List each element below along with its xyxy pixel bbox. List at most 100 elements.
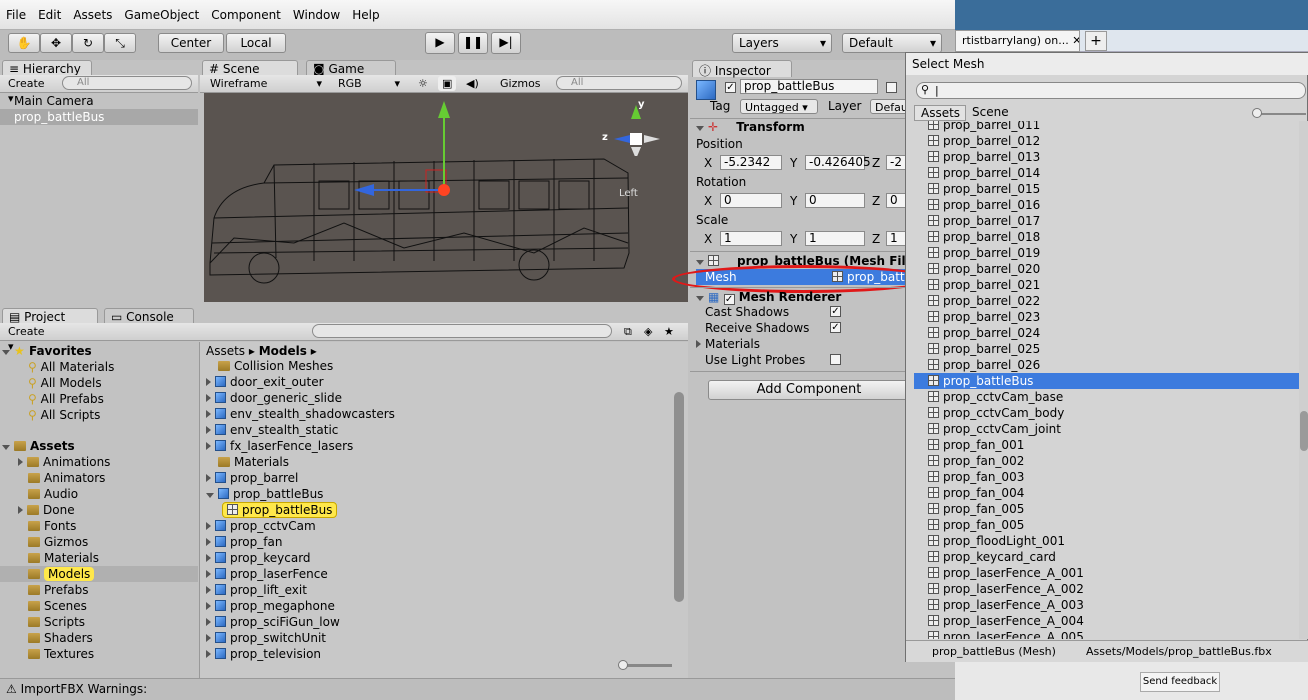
- asset-folder-item[interactable]: Prefabs: [0, 582, 89, 598]
- space-toggle[interactable]: Local: [226, 33, 286, 53]
- scale-tool-button[interactable]: ⤡: [104, 33, 136, 53]
- file-list-item[interactable]: prop_sciFiGun_low: [206, 614, 340, 630]
- favorite-item[interactable]: ⚲ All Prefabs: [28, 391, 104, 407]
- file-list-item[interactable]: prop_laserFence: [206, 566, 328, 582]
- mesh-list-item[interactable]: prop_barrel_020: [914, 261, 1299, 277]
- mesh-list-item[interactable]: prop_fan_002: [914, 453, 1299, 469]
- mesh-list-item[interactable]: prop_fan_005: [914, 501, 1299, 517]
- hierarchy-search-input[interactable]: All: [62, 76, 192, 90]
- mesh-list-item[interactable]: prop_fan_003: [914, 469, 1299, 485]
- materials-foldout[interactable]: Materials: [696, 336, 760, 352]
- mesh-list-item[interactable]: prop_laserFence_A_004: [914, 613, 1299, 629]
- mesh-list-item[interactable]: prop_laserFence_A_002: [914, 581, 1299, 597]
- asset-folder-item[interactable]: Animations: [0, 454, 110, 470]
- light-probes-checkbox[interactable]: [830, 354, 841, 365]
- file-list-item[interactable]: Collision Meshes: [218, 358, 333, 374]
- menu-window[interactable]: Window: [287, 0, 346, 22]
- gizmos-dropdown[interactable]: Gizmos ▾: [496, 76, 548, 105]
- effects-toggle[interactable]: ▣: [438, 76, 456, 91]
- hierarchy-item-main-camera[interactable]: Main Camera: [14, 93, 94, 109]
- file-list-item[interactable]: env_stealth_static: [206, 422, 338, 438]
- mesh-list-item[interactable]: prop_barrel_026: [914, 357, 1299, 373]
- mesh-list-item[interactable]: prop_keycard_card: [914, 549, 1299, 565]
- mesh-list-item[interactable]: prop_barrel_013: [914, 149, 1299, 165]
- asset-folder-item[interactable]: Gizmos: [0, 534, 88, 550]
- close-icon[interactable]: ✕: [1072, 34, 1079, 47]
- project-search-input[interactable]: [312, 324, 612, 338]
- mesh-list-item[interactable]: prop_barrel_025: [914, 341, 1299, 357]
- dialog-tab-scene[interactable]: Scene: [966, 105, 1018, 121]
- mesh-list-item[interactable]: prop_barrel_014: [914, 165, 1299, 181]
- mesh-list-item[interactable]: prop_fan_004: [914, 485, 1299, 501]
- file-list-item[interactable]: prop_lift_exit: [206, 582, 307, 598]
- menu-assets[interactable]: Assets: [67, 0, 118, 22]
- asset-folder-item[interactable]: Scripts: [0, 614, 85, 630]
- menu-gameobject[interactable]: GameObject: [118, 0, 205, 22]
- meshrenderer-header[interactable]: ▦ ✓ Mesh Renderer: [696, 289, 841, 305]
- dialog-scrollbar-thumb[interactable]: [1300, 411, 1308, 451]
- asset-folder-item[interactable]: Audio: [0, 486, 78, 502]
- asset-folder-item[interactable]: Shaders: [0, 630, 93, 646]
- mesh-list-item[interactable]: prop_laserFence_A_003: [914, 597, 1299, 613]
- tab-inspector[interactable]: ⓘ Inspector: [692, 60, 792, 78]
- favorite-button[interactable]: ★: [660, 324, 676, 339]
- audio-toggle[interactable]: ◀): [462, 76, 480, 91]
- file-list-item[interactable]: prop_megaphone: [206, 598, 335, 614]
- static-checkbox[interactable]: [886, 82, 897, 93]
- mesh-list-item[interactable]: prop_laserFence_A_005: [914, 629, 1299, 639]
- orientation-gizmo[interactable]: y z: [600, 99, 670, 159]
- file-list-item[interactable]: prop_battleBus: [206, 486, 323, 502]
- receive-shadows-checkbox[interactable]: ✓: [830, 322, 841, 333]
- render-mode-dropdown[interactable]: Wireframe ▾: [206, 76, 326, 91]
- scene-search-input[interactable]: All: [556, 76, 682, 90]
- file-list-item[interactable]: prop_barrel: [206, 470, 298, 486]
- mesh-list-item[interactable]: prop_barrel_017: [914, 213, 1299, 229]
- scale-y-field[interactable]: 1: [805, 231, 865, 246]
- mesh-list-item[interactable]: prop_barrel_023: [914, 309, 1299, 325]
- hand-tool-button[interactable]: ✋: [8, 33, 40, 53]
- menu-component[interactable]: Component: [205, 0, 287, 22]
- tag-dropdown[interactable]: Untagged ▾: [740, 99, 818, 114]
- asset-folder-item[interactable]: Scenes: [0, 598, 87, 614]
- file-list-item[interactable]: door_generic_slide: [206, 390, 342, 406]
- asset-folder-item[interactable]: Materials: [0, 550, 99, 566]
- create-dropdown[interactable]: Create ▾: [4, 324, 54, 353]
- asset-folder-item[interactable]: Animators: [0, 470, 105, 486]
- asset-folder-item[interactable]: Models: [0, 566, 198, 582]
- dialog-tab-assets[interactable]: Assets: [914, 105, 966, 121]
- layer-dropdown[interactable]: Defau: [870, 99, 910, 114]
- breadcrumb-assets[interactable]: Assets: [206, 344, 245, 358]
- file-list-item[interactable]: prop_keycard: [206, 550, 311, 566]
- mesh-list-item[interactable]: prop_barrel_021: [914, 277, 1299, 293]
- mesh-list-item[interactable]: prop_barrel_016: [914, 197, 1299, 213]
- mesh-list-item[interactable]: prop_barrel_012: [914, 133, 1299, 149]
- favorite-item[interactable]: ⚲ All Models: [28, 375, 102, 391]
- move-tool-button[interactable]: ✥: [40, 33, 72, 53]
- cast-shadows-checkbox[interactable]: ✓: [830, 306, 841, 317]
- browser-tab[interactable]: rtistbarrylang) on... ✕: [955, 30, 1080, 52]
- file-list-item[interactable]: prop_cctvCam: [206, 518, 316, 534]
- play-button[interactable]: ▶: [425, 32, 455, 54]
- mesh-list-item[interactable]: prop_floodLight_001: [914, 533, 1299, 549]
- mesh-list-item[interactable]: prop_cctvCam_base: [914, 389, 1299, 405]
- transform-header[interactable]: ✛ Transform: [696, 119, 805, 135]
- rotation-y-field[interactable]: 0: [805, 193, 865, 208]
- pause-button[interactable]: ❚❚: [458, 32, 488, 54]
- scale-x-field[interactable]: 1: [720, 231, 782, 246]
- mesh-list-item[interactable]: prop_fan_005: [914, 517, 1299, 533]
- step-button[interactable]: ▶|: [491, 32, 521, 54]
- menu-help[interactable]: Help: [346, 0, 385, 22]
- breadcrumb-models[interactable]: Models: [259, 344, 307, 358]
- file-list-item[interactable]: env_stealth_shadowcasters: [206, 406, 395, 422]
- dialog-scrollbar[interactable]: [1299, 121, 1308, 639]
- menu-file[interactable]: File: [0, 0, 32, 22]
- favorites-header[interactable]: ★ Favorites: [2, 343, 92, 359]
- menu-edit[interactable]: Edit: [32, 0, 67, 22]
- dialog-size-slider[interactable]: [1256, 113, 1306, 115]
- new-tab-button[interactable]: +: [1085, 31, 1107, 51]
- asset-folder-item[interactable]: Fonts: [0, 518, 76, 534]
- mesh-list-item[interactable]: prop_cctvCam_joint: [914, 421, 1299, 437]
- object-name-field[interactable]: prop_battleBus: [740, 79, 878, 94]
- scrollbar-thumb[interactable]: [674, 392, 684, 602]
- filter-label-button[interactable]: ◈: [640, 324, 656, 339]
